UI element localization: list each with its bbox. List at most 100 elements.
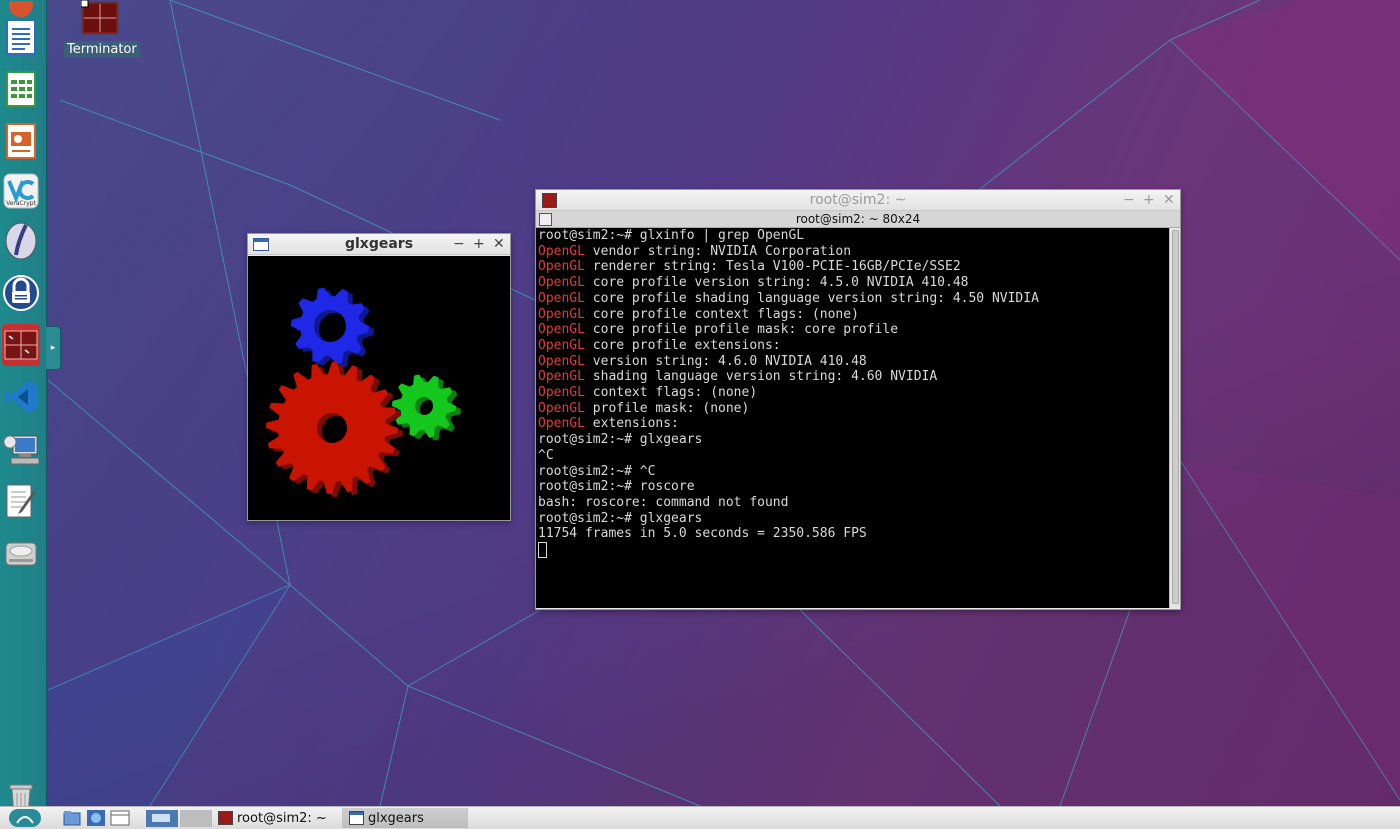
terminal-line-text: 11754 frames in 5.0 seconds = 2350.586 F… [538, 526, 867, 542]
close-button[interactable]: ✕ [493, 236, 505, 252]
opengl-prefix: OpenGL [538, 400, 585, 416]
terminal-line: OpenGL shading language version string: … [538, 369, 1170, 385]
blue-gear [291, 287, 374, 368]
file-manager-icon[interactable] [62, 809, 82, 827]
workspace-1-icon[interactable] [146, 809, 178, 827]
terminal-line: OpenGL core profile extensions: [538, 338, 1170, 354]
terminal-line-text: root@sim2:~# ^C [538, 463, 656, 479]
network-computer-icon[interactable] [2, 428, 40, 470]
opengl-prefix: OpenGL [538, 322, 585, 338]
terminal-line-text: core profile version string: 4.5.0 NVIDI… [584, 275, 969, 291]
glxgears-window[interactable]: glxgears − + ✕ [247, 233, 511, 521]
green-gear [392, 374, 461, 441]
terminal-line: OpenGL context flags: (none) [538, 385, 1170, 401]
desktop-switch-icon[interactable] [110, 809, 130, 827]
taskbar-task[interactable]: glxgears [343, 808, 468, 828]
dock-expand-handle[interactable]: ▸ [46, 326, 61, 370]
terminal-line-text: root@sim2:~# glxgears [538, 510, 703, 526]
terminal-tab-title: root@sim2: ~ 80x24 [795, 212, 921, 226]
terminal-line: root@sim2:~# ^C [538, 464, 1170, 480]
taskbar: root@sim2: ~ glxgears [0, 806, 1400, 829]
terminal-scrollbar[interactable] [1169, 228, 1180, 608]
terminal-line-text: core profile extensions: [584, 337, 781, 353]
opengl-prefix: OpenGL [538, 385, 585, 401]
terminal-line-text: ^C [538, 447, 554, 463]
terminal-line: OpenGL version string: 4.6.0 NVIDIA 410.… [538, 354, 1170, 370]
text-editor-icon[interactable] [2, 480, 40, 522]
opengl-prefix: OpenGL [538, 275, 585, 291]
taskbar-task[interactable]: root@sim2: ~ [212, 808, 343, 828]
minimize-button[interactable]: − [1123, 192, 1135, 208]
terminal-line-text: core profile profile mask: core profile [584, 322, 899, 338]
minimize-button[interactable]: − [453, 236, 465, 252]
opengl-prefix: OpenGL [538, 243, 585, 259]
keepass-lock-icon[interactable] [2, 272, 40, 314]
taskbar-task-label: root@sim2: ~ [237, 810, 327, 826]
terminal-line: OpenGL core profile context flags: (none… [538, 307, 1170, 323]
taskbar-task-label: glxgears [368, 810, 424, 826]
browser-icon[interactable] [86, 809, 106, 827]
opengl-prefix: OpenGL [538, 290, 585, 306]
calc-sheet-icon[interactable] [2, 68, 40, 110]
workspace-2-icon[interactable] [180, 809, 212, 827]
terminal-window[interactable]: root@sim2: ~ − + ✕ root@sim2: ~ 80x24 ro… [535, 189, 1181, 610]
opengl-prefix: OpenGL [538, 306, 585, 322]
task-list: root@sim2: ~ glxgears [212, 808, 468, 828]
terminal-line-text: version string: 4.6.0 NVIDIA 410.48 [584, 353, 867, 369]
desktop-icon-terminator[interactable]: Terminator [64, 0, 140, 58]
red-gear [266, 362, 403, 497]
terminal-line: ^C [538, 448, 1170, 464]
terminal-line: root@sim2:~# glxinfo | grep OpenGL [538, 228, 1170, 244]
terminal-cursor [538, 542, 547, 559]
terminal-line: root@sim2:~# glxgears [538, 432, 1170, 448]
terminal-line-text: vendor string: NVIDIA Corporation [584, 243, 852, 259]
terminal-line: OpenGL renderer string: Tesla V100-PCIE-… [538, 259, 1170, 275]
maximize-button[interactable]: + [1143, 192, 1155, 208]
terminal-line: OpenGL core profile shading language ver… [538, 291, 1170, 307]
close-button[interactable]: ✕ [1163, 192, 1175, 208]
terminal-tab[interactable]: root@sim2: ~ 80x24 [536, 211, 1180, 228]
terminal-window-title: root@sim2: ~ [809, 192, 907, 208]
glxgears-canvas [248, 256, 510, 520]
terminal-line: OpenGL core profile version string: 4.5.… [538, 275, 1170, 291]
quick-launch [46, 808, 146, 828]
terminal-line: OpenGL profile mask: (none) [538, 401, 1170, 417]
terminal-line: OpenGL vendor string: NVIDIA Corporation [538, 244, 1170, 260]
opengl-prefix: OpenGL [538, 353, 585, 369]
terminal-output[interactable]: root@sim2:~# glxinfo | grep OpenGL OpenGL… [536, 228, 1170, 608]
menu-button[interactable] [0, 808, 46, 828]
workspace-switcher[interactable] [146, 808, 212, 828]
desktop-icon-label: Terminator [64, 41, 140, 58]
terminal-line-text: bash: roscore: command not found [538, 494, 789, 510]
glxgears-titlebar[interactable]: glxgears − + ✕ [248, 234, 510, 255]
terminal-titlebar[interactable]: root@sim2: ~ − + ✕ [536, 190, 1180, 211]
terminal-line: OpenGL core profile profile mask: core p… [538, 322, 1170, 338]
svg-text:VeraCrypt: VeraCrypt [6, 200, 36, 207]
opengl-prefix: OpenGL [538, 369, 585, 385]
terminal-line-text: context flags: (none) [584, 385, 758, 401]
terminal-line: OpenGL extensions: [538, 416, 1170, 432]
terminal-line-text: shading language version string: 4.60 NV… [584, 369, 938, 385]
opengl-prefix: OpenGL [538, 337, 585, 353]
impress-slides-icon[interactable] [2, 120, 40, 162]
split-grid-icon[interactable] [539, 213, 552, 226]
vscode-icon[interactable] [2, 376, 40, 418]
terminal-line-text: profile mask: (none) [584, 400, 750, 416]
terminal-line: 11754 frames in 5.0 seconds = 2350.586 F… [538, 526, 1170, 542]
jedit-icon[interactable] [2, 220, 40, 262]
terminal-line-text: root@sim2:~# glxgears [538, 432, 703, 448]
writer-doc-icon[interactable] [2, 16, 40, 58]
opengl-prefix: OpenGL [538, 259, 585, 275]
terminal-line-text: core profile context flags: (none) [584, 306, 859, 322]
terminal-line: bash: roscore: command not found [538, 495, 1170, 511]
terminal-line: root@sim2:~# roscore [538, 479, 1170, 495]
terminator-task-icon [218, 811, 233, 825]
scrollbar-thumb[interactable] [1172, 230, 1179, 604]
terminal-line-text: root@sim2:~# glxinfo | grep OpenGL [538, 228, 805, 243]
veracrypt-icon[interactable]: VeraCrypt [2, 170, 40, 212]
terminator-icon[interactable] [2, 324, 40, 366]
disk-drive-icon[interactable] [2, 532, 40, 574]
maximize-button[interactable]: + [473, 236, 485, 252]
left-dock: VeraCrypt [0, 0, 47, 816]
terminal-line-text: extensions: [584, 416, 679, 432]
